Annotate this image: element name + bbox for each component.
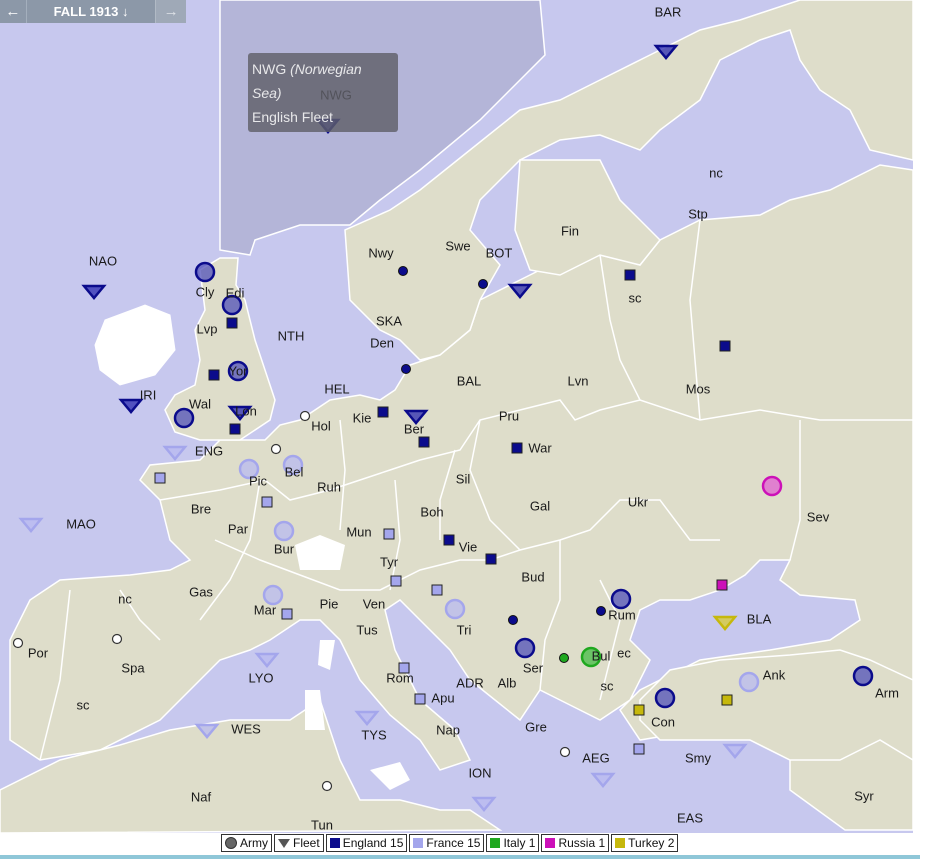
england-sc-dot-4[interactable] bbox=[596, 606, 606, 616]
france-swatch bbox=[413, 838, 424, 848]
france-supply-center-8[interactable] bbox=[633, 743, 645, 755]
france-supply-center-0[interactable] bbox=[154, 472, 166, 484]
neutral-supply-center-1[interactable] bbox=[270, 443, 282, 455]
down-arrow-icon: ↓ bbox=[121, 4, 129, 19]
map-legend: Army Fleet England 15 France 15 Italy 1 … bbox=[221, 834, 680, 852]
england-army-3[interactable] bbox=[173, 407, 195, 429]
province-tooltip: NWG (Norwegian Sea) English Fleet bbox=[248, 53, 398, 132]
france-supply-center-5[interactable] bbox=[281, 608, 293, 620]
france-army-1[interactable] bbox=[282, 454, 304, 476]
france-supply-center-2[interactable] bbox=[383, 528, 395, 540]
legend-england-label: England 15 bbox=[342, 836, 404, 850]
england-supply-center-1[interactable] bbox=[719, 340, 731, 352]
italy-swatch bbox=[490, 838, 501, 848]
neutral-supply-center-3[interactable] bbox=[111, 633, 123, 645]
england-army-2[interactable] bbox=[227, 360, 249, 382]
turkey-supply-center-1[interactable] bbox=[721, 694, 733, 706]
legend-france: France 15 bbox=[409, 834, 485, 852]
legend-fleet: Fleet bbox=[274, 834, 324, 852]
russia-swatch bbox=[545, 838, 556, 848]
bottom-strip bbox=[0, 855, 920, 859]
france-supply-center-6[interactable] bbox=[398, 662, 410, 674]
neutral-supply-center-4[interactable] bbox=[559, 746, 571, 758]
england-sc-dot-1[interactable] bbox=[478, 279, 488, 289]
england-supply-center-4[interactable] bbox=[229, 423, 241, 435]
neutral-supply-center-2[interactable] bbox=[12, 637, 24, 649]
turkey-swatch bbox=[615, 838, 626, 848]
france-supply-center-3[interactable] bbox=[390, 575, 402, 587]
england-supply-center-7[interactable] bbox=[511, 442, 523, 454]
legend-italy: Italy 1 bbox=[486, 834, 540, 852]
russia-supply-center[interactable] bbox=[716, 579, 728, 591]
neutral-supply-center-0[interactable] bbox=[299, 410, 311, 422]
england-sc-dot-3[interactable] bbox=[508, 615, 518, 625]
legend-russia-label: Russia 1 bbox=[558, 836, 606, 850]
england-supply-center-5[interactable] bbox=[377, 406, 389, 418]
legend-fleet-label: Fleet bbox=[293, 836, 320, 850]
england-army-5[interactable] bbox=[514, 637, 536, 659]
england-supply-center-3[interactable] bbox=[208, 369, 220, 381]
legend-turkey: Turkey 2 bbox=[611, 834, 679, 852]
legend-russia: Russia 1 bbox=[541, 834, 610, 852]
england-sc-dot-0[interactable] bbox=[398, 266, 408, 276]
england-supply-center-6[interactable] bbox=[418, 436, 430, 448]
legend-army-label: Army bbox=[240, 836, 268, 850]
england-sc-dot-2[interactable] bbox=[401, 364, 411, 374]
tooltip-title: NWG (Norwegian Sea) bbox=[252, 61, 362, 101]
france-supply-center-7[interactable] bbox=[414, 693, 426, 705]
map-canvas[interactable] bbox=[0, 0, 913, 833]
prev-phase-arrow-icon[interactable]: ← bbox=[0, 0, 26, 23]
turkey-supply-center-0[interactable] bbox=[633, 704, 645, 716]
england-army-0[interactable] bbox=[194, 261, 216, 283]
legend-army: Army bbox=[221, 834, 272, 852]
england-army-4[interactable] bbox=[610, 588, 632, 610]
france-army-3[interactable] bbox=[262, 584, 284, 606]
phase-label: FALL 1913 bbox=[53, 4, 119, 19]
neutral-supply-center-5[interactable] bbox=[321, 780, 333, 792]
england-swatch bbox=[329, 838, 340, 848]
france-supply-center-1[interactable] bbox=[261, 496, 273, 508]
phase-selector[interactable]: FALL 1913 ↓ bbox=[25, 0, 156, 23]
legend-turkey-label: Turkey 2 bbox=[628, 836, 675, 850]
england-supply-center-8[interactable] bbox=[443, 534, 455, 546]
france-army-0[interactable] bbox=[238, 458, 260, 480]
tooltip-unit: English Fleet bbox=[252, 109, 333, 125]
russia-army[interactable] bbox=[761, 475, 783, 497]
diplomacy-map[interactable]: BAR NWG nc Stp Fin NAO Swe BOT Nwy Cly E… bbox=[0, 0, 913, 833]
england-supply-center-0[interactable] bbox=[624, 269, 636, 281]
legend-england: England 15 bbox=[325, 834, 408, 852]
phase-navigation: ← FALL 1913 ↓ → bbox=[0, 0, 186, 23]
france-army-4[interactable] bbox=[444, 598, 466, 620]
next-phase-arrow-icon[interactable]: → bbox=[155, 0, 186, 23]
england-army-7[interactable] bbox=[852, 665, 874, 687]
france-supply-center-4[interactable] bbox=[431, 584, 443, 596]
england-army-6[interactable] bbox=[654, 687, 676, 709]
fleet-icon bbox=[278, 838, 290, 848]
france-army-2[interactable] bbox=[273, 520, 295, 542]
france-army-5[interactable] bbox=[738, 671, 760, 693]
england-supply-center-9[interactable] bbox=[485, 553, 497, 565]
england-supply-center-2[interactable] bbox=[226, 317, 238, 329]
army-icon bbox=[225, 837, 237, 849]
legend-france-label: France 15 bbox=[426, 836, 481, 850]
italy-sc-dot[interactable] bbox=[559, 653, 569, 663]
legend-italy-label: Italy 1 bbox=[503, 836, 536, 850]
italy-army[interactable] bbox=[580, 646, 602, 668]
england-army-1[interactable] bbox=[221, 294, 243, 316]
